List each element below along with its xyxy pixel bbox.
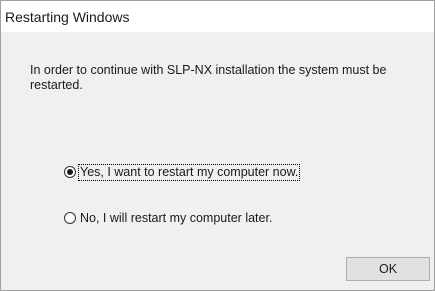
- restart-dialog: Restarting Windows In order to continue …: [0, 0, 435, 291]
- restart-later-label[interactable]: No, I will restart my computer later.: [79, 211, 273, 226]
- title-bar: Restarting Windows: [1, 1, 434, 32]
- restart-now-radio[interactable]: [64, 166, 76, 178]
- restart-message: In order to continue with SLP-NX install…: [30, 63, 387, 92]
- restart-now-label[interactable]: Yes, I want to restart my computer now.: [77, 163, 301, 181]
- window-title: Restarting Windows: [5, 9, 130, 25]
- ok-button[interactable]: OK: [346, 257, 430, 281]
- restart-now-option[interactable]: Yes, I want to restart my computer now.: [64, 163, 301, 181]
- restart-later-radio[interactable]: [64, 212, 76, 224]
- restart-later-option[interactable]: No, I will restart my computer later.: [64, 209, 273, 227]
